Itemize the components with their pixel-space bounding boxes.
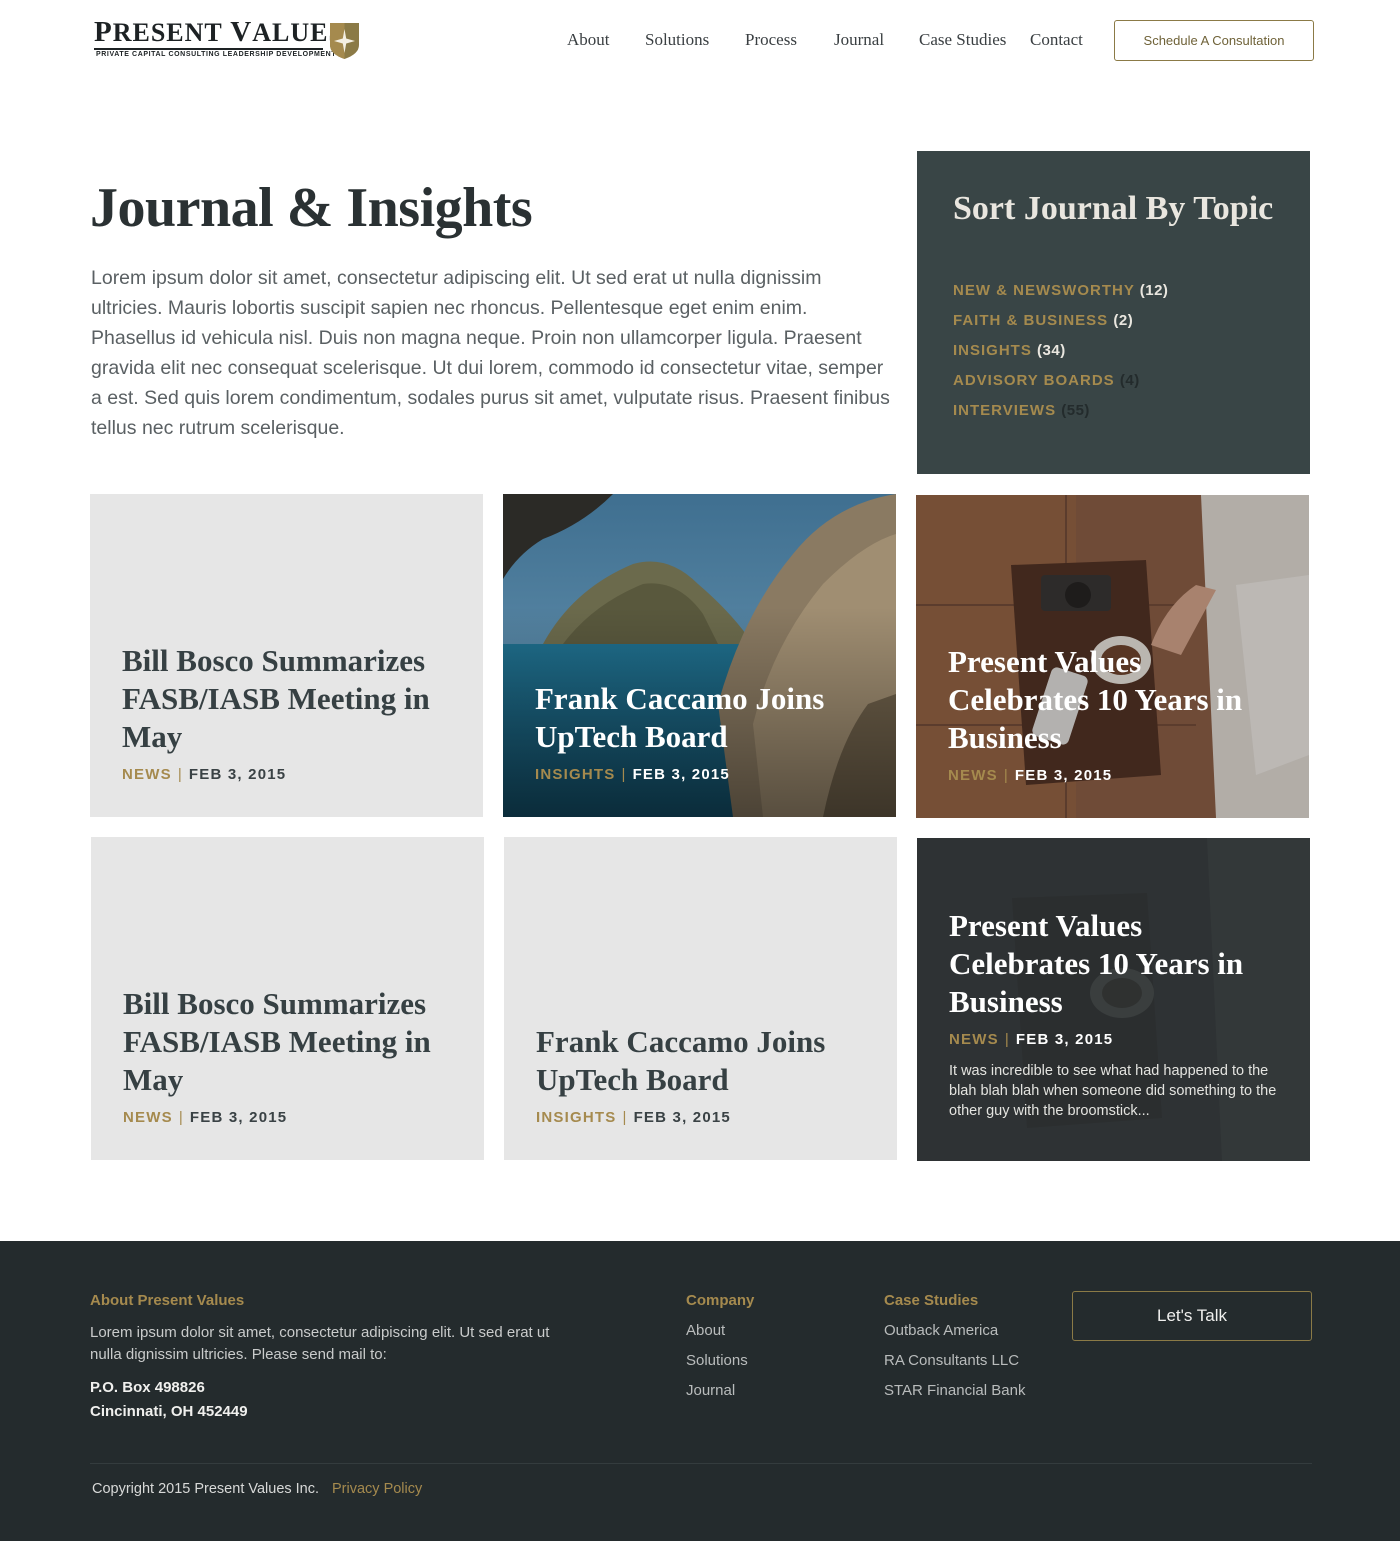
topic-label: FAITH & BUSINESS <box>953 312 1109 329</box>
card-category: NEWS <box>948 767 998 784</box>
card-title: Bill Bosco Summarizes FASB/IASB Meeting … <box>123 986 431 1097</box>
nav-process[interactable]: Process <box>745 30 797 50</box>
card-date: FEB 3, 2015 <box>189 1109 288 1126</box>
topic-label: INTERVIEWS <box>953 402 1057 419</box>
card-date: FEB 3, 2015 <box>1014 767 1113 784</box>
topic-label: NEW & NEWSWORTHY <box>953 282 1135 299</box>
topic-advisory-boards[interactable]: ADVISORY BOARDS (4) <box>953 372 1168 402</box>
topic-count: (34) <box>1037 342 1066 359</box>
meta-separator: | <box>1004 1031 1010 1048</box>
meta-separator: | <box>178 1109 184 1126</box>
footer-link-about[interactable]: About <box>686 1322 725 1339</box>
card-meta: NEWS | FEB 3, 2015 <box>122 766 455 783</box>
topic-count: (4) <box>1119 372 1140 389</box>
meta-separator: | <box>621 766 627 783</box>
card-category: NEWS <box>122 766 172 783</box>
meta-separator: | <box>622 1109 628 1126</box>
topic-faith-business[interactable]: FAITH & BUSINESS (2) <box>953 312 1168 342</box>
card-meta: NEWS | FEB 3, 2015 <box>123 1109 456 1126</box>
copyright: Copyright 2015 Present Values Inc. <box>92 1481 320 1497</box>
privacy-policy-link[interactable]: Privacy Policy <box>332 1481 422 1497</box>
card-title: Present Values Celebrates 10 Years in Bu… <box>949 908 1244 1019</box>
nav-about[interactable]: About <box>567 30 610 50</box>
lets-talk-button[interactable]: Let's Talk <box>1072 1291 1312 1341</box>
intro-paragraph: Lorem ipsum dolor sit amet, consectetur … <box>91 267 890 439</box>
footer-about-text: Lorem ipsum dolor sit amet, consectetur … <box>90 1324 550 1363</box>
card-category: INSIGHTS <box>536 1109 617 1126</box>
card-date: FEB 3, 2015 <box>188 766 287 783</box>
brand-logo[interactable]: PRESENT VALUES PRIVATE CAPITAL CONSULTIN… <box>94 18 364 62</box>
card-category: NEWS <box>123 1109 173 1126</box>
footer-link-journal[interactable]: Journal <box>686 1382 735 1399</box>
journal-card[interactable]: Bill Bosco Summarizes FASB/IASB Meeting … <box>90 494 483 817</box>
card-title: Frank Caccamo Joins UpTech Board <box>535 681 825 754</box>
card-title: Present Values Celebrates 10 Years in Bu… <box>948 644 1243 755</box>
footer-link-ra-consultants[interactable]: RA Consultants LLC <box>884 1352 1019 1369</box>
journal-card[interactable]: Bill Bosco Summarizes FASB/IASB Meeting … <box>91 837 484 1160</box>
card-meta: NEWS | FEB 3, 2015 <box>949 1031 1282 1048</box>
card-meta: INSIGHTS | FEB 3, 2015 <box>536 1109 869 1126</box>
topic-list: NEW & NEWSWORTHY (12) FAITH & BUSINESS (… <box>953 282 1168 432</box>
footer-divider <box>90 1463 1312 1464</box>
card-meta: NEWS | FEB 3, 2015 <box>948 767 1281 784</box>
nav-case-studies[interactable]: Case Studies <box>919 30 1006 50</box>
site-header: PRESENT VALUES PRIVATE CAPITAL CONSULTIN… <box>0 0 1400 80</box>
topic-new-newsworthy[interactable]: NEW & NEWSWORTHY (12) <box>953 282 1168 312</box>
card-title: Bill Bosco Summarizes FASB/IASB Meeting … <box>122 643 430 754</box>
card-date: FEB 3, 2015 <box>1015 1031 1114 1048</box>
schedule-consultation-button[interactable]: Schedule A Consultation <box>1114 20 1314 61</box>
footer-company-heading: Company <box>686 1292 755 1309</box>
footer-link-outback-america[interactable]: Outback America <box>884 1322 998 1339</box>
journal-card[interactable]: Present Values Celebrates 10 Years in Bu… <box>917 838 1310 1161</box>
logo-wordmark: PRESENT VALUES <box>94 16 344 48</box>
topic-label: INSIGHTS <box>953 342 1032 359</box>
meta-separator: | <box>177 766 183 783</box>
footer-link-star-financial[interactable]: STAR Financial Bank <box>884 1382 1025 1399</box>
footer-address-line1: P.O. Box 498826 <box>90 1379 205 1396</box>
page-title: Journal & Insights <box>90 177 533 239</box>
footer-address-line2: Cincinnati, OH 452449 <box>90 1403 248 1420</box>
card-category: INSIGHTS <box>535 766 616 783</box>
topic-panel-title: Sort Journal By Topic <box>953 190 1274 227</box>
nav-contact[interactable]: Contact <box>1030 30 1083 50</box>
card-title: Frank Caccamo Joins UpTech Board <box>536 1024 826 1097</box>
topic-insights[interactable]: INSIGHTS (34) <box>953 342 1168 372</box>
footer-link-solutions[interactable]: Solutions <box>686 1352 748 1369</box>
journal-card[interactable]: Present Values Celebrates 10 Years in Bu… <box>916 495 1309 818</box>
meta-separator: | <box>1003 767 1009 784</box>
card-date: FEB 3, 2015 <box>632 766 730 783</box>
card-category: NEWS <box>949 1031 999 1048</box>
site-footer: About Present Values Lorem ipsum dolor s… <box>0 1241 1400 1541</box>
logo-rule <box>94 48 323 50</box>
journal-card[interactable]: Frank Caccamo Joins UpTech Board INSIGHT… <box>504 837 897 1160</box>
topic-count: (2) <box>1113 312 1134 329</box>
topic-count: (55) <box>1061 402 1090 419</box>
footer-about-heading: About Present Values <box>90 1292 245 1309</box>
footer-cases-heading: Case Studies <box>884 1292 979 1309</box>
nav-solutions[interactable]: Solutions <box>645 30 709 50</box>
topic-label: ADVISORY BOARDS <box>953 372 1115 389</box>
card-meta: INSIGHTS | FEB 3, 2015 <box>535 766 868 783</box>
nav-journal[interactable]: Journal <box>834 30 884 50</box>
card-excerpt: It was incredible to see what had happen… <box>949 1063 1277 1119</box>
topic-count: (12) <box>1139 282 1169 299</box>
card-date: FEB 3, 2015 <box>633 1109 731 1126</box>
journal-card[interactable]: Frank Caccamo Joins UpTech Board INSIGHT… <box>503 494 896 817</box>
shield-star-icon <box>330 23 359 59</box>
topic-interviews[interactable]: INTERVIEWS (55) <box>953 402 1168 432</box>
logo-tagline: PRIVATE CAPITAL CONSULTING LEADERSHIP DE… <box>96 51 337 58</box>
topic-filter-panel: Sort Journal By Topic NEW & NEWSWORTHY (… <box>917 151 1310 474</box>
